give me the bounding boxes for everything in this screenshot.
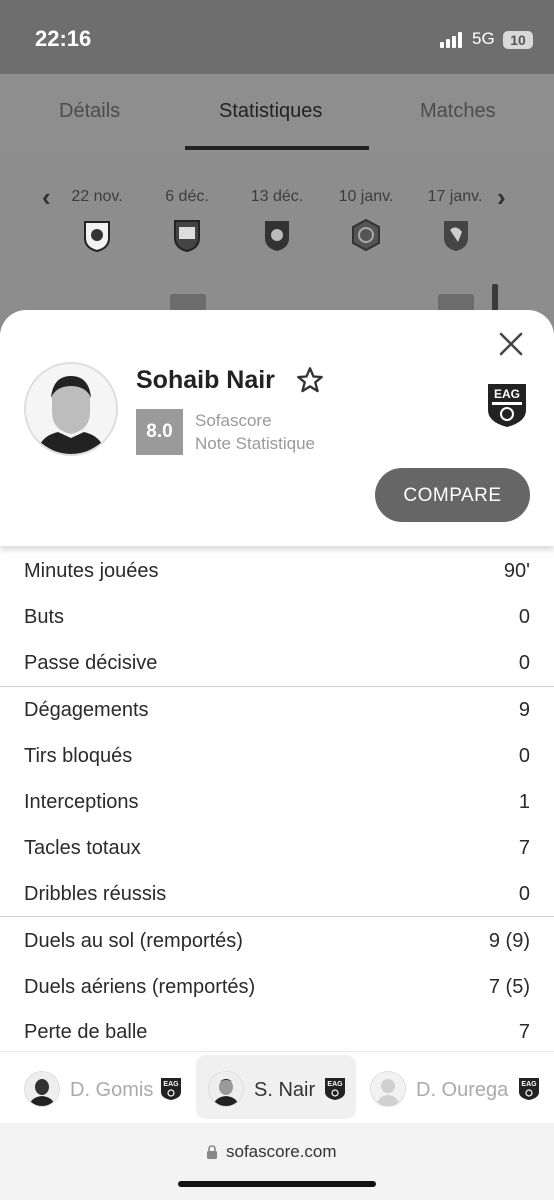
stat-label: Duels au sol (remportés) [24,930,243,952]
stat-row: Duels au sol (remportés) 9 (9) [0,918,554,964]
stat-row: Interceptions 1 [0,779,554,825]
player-tab-nair[interactable]: S. Nair EAG [196,1055,356,1119]
player-name: Sohaib Nair [136,366,275,394]
stat-row: Dégagements 9 [0,687,554,733]
player-tab-ourega[interactable]: D. Ourega EAG [360,1055,544,1119]
svg-text:EAG: EAG [521,1081,537,1088]
stat-value: 7 (5) [488,976,530,998]
stat-label: Dégagements [24,699,149,721]
stat-value: 0 [518,883,530,905]
tab-details[interactable]: Détails [59,100,120,123]
stat-row: Minutes jouées 90' [0,548,554,594]
svg-text:EAG: EAG [327,1081,343,1088]
player-tab-name: D. Gomis [70,1079,154,1101]
stat-value: 0 [518,745,530,767]
rating-type-label: Note Statistique [195,434,316,453]
club-crest-icon[interactable] [82,218,112,252]
team-crest-icon: EAG [161,1078,181,1100]
battery-icon: 10 [503,31,533,49]
stat-label: Minutes jouées [24,560,159,582]
chevron-left-icon[interactable]: ‹ [42,182,51,213]
match-date[interactable]: 17 janv. [410,188,500,206]
status-time: 22:16 [35,26,92,51]
match-date[interactable]: 6 déc. [142,188,232,206]
stat-value: 0 [518,606,530,628]
stat-label: Perte de balle [24,1021,148,1043]
player-avatar-placeholder [370,1071,406,1107]
stat-label: Tacles totaux [24,837,141,859]
status-bar: 22:16 5G 10 [0,0,554,74]
svg-text:EAG: EAG [163,1081,179,1088]
browser-url-bar[interactable]: sofascore.com [0,1123,554,1200]
match-date[interactable]: 13 déc. [232,188,322,206]
player-switcher: D. Gomis EAG S. Nair EAG D. Ourega EAG [0,1051,554,1124]
stat-value: 9 (9) [488,930,530,952]
compare-button[interactable]: COMPARE [375,468,530,522]
club-crest-icon[interactable] [172,218,202,252]
stat-row: Duels aériens (remportés) 7 (5) [0,964,554,1010]
player-avatar [24,1071,60,1107]
rating-source-label: Sofascore [195,411,272,430]
tab-statistiques[interactable]: Statistiques [219,100,322,123]
matches-carousel: ‹ 22 nov. 6 déc. 13 déc. 10 janv. 17 jan… [0,152,554,314]
stat-label: Passe décisive [24,652,158,674]
player-avatar [24,362,118,456]
match-date[interactable]: 22 nov. [52,188,142,206]
team-crest-icon[interactable]: EAG [486,382,528,428]
favorite-star-icon[interactable] [296,366,324,394]
stat-value: 1 [518,791,530,813]
player-sheet: Sohaib Nair 8.0 Sofascore Note Statistiq… [0,310,554,546]
tab-bar: Détails Statistiques Matches [0,74,554,153]
close-icon[interactable] [497,330,525,358]
home-indicator[interactable] [178,1181,376,1187]
team-crest-icon: EAG [325,1078,345,1100]
team-crest-icon: EAG [519,1078,539,1100]
stat-value: 0 [518,652,530,674]
stat-label: Duels aériens (remportés) [24,976,256,998]
network-type: 5G [472,29,495,48]
stat-row: Perte de balle 7 [0,1009,554,1055]
lock-icon [207,1145,217,1159]
stat-label: Dribbles réussis [24,883,167,905]
tab-matches[interactable]: Matches [420,100,496,123]
stat-row: Passe décisive 0 [0,640,554,686]
club-crest-icon[interactable] [351,218,381,252]
match-date[interactable]: 10 janv. [321,188,411,206]
player-avatar [208,1071,244,1107]
url-text[interactable]: sofascore.com [226,1142,337,1162]
stat-value: 7 [518,1021,530,1043]
stat-label: Buts [24,606,65,628]
stat-label: Interceptions [24,791,139,813]
player-tab-name: D. Ourega [416,1079,509,1101]
stat-row: Buts 0 [0,594,554,640]
active-tab-indicator [185,146,369,150]
club-crest-icon[interactable] [441,218,471,252]
player-tab-name: S. Nair [254,1079,316,1101]
stat-value: 90' [503,560,530,582]
stat-value: 9 [518,699,530,721]
club-crest-icon[interactable] [262,218,292,252]
player-tab-gomis[interactable]: D. Gomis EAG [14,1055,186,1119]
section-divider [0,916,554,917]
svg-text:EAG: EAG [494,387,520,401]
stat-label: Tirs bloqués [24,745,133,767]
player-rating-badge: 8.0 [136,409,183,455]
chevron-right-icon[interactable]: › [497,182,506,213]
stat-row: Tirs bloqués 0 [0,733,554,779]
stat-value: 7 [518,837,530,859]
stat-row: Dribbles réussis 0 [0,871,554,917]
stat-row: Tacles totaux 7 [0,825,554,871]
signal-icon [440,32,464,48]
